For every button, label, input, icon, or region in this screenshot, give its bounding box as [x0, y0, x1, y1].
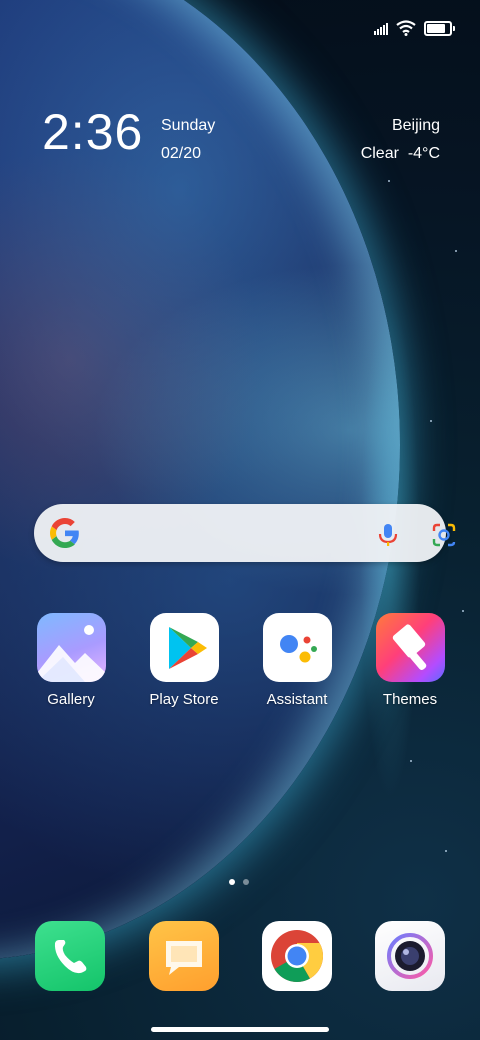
signal-icon	[374, 21, 388, 35]
app-assistant[interactable]: Assistant	[242, 613, 352, 708]
date-widget[interactable]: Sunday 02/20	[161, 112, 215, 168]
themes-icon	[375, 613, 445, 682]
wifi-icon	[396, 20, 416, 36]
day-label: Sunday	[161, 117, 216, 134]
app-label: Themes	[382, 691, 438, 708]
app-label: Gallery	[47, 691, 95, 708]
app-label: Play Store	[149, 691, 219, 708]
page-dot-active	[229, 879, 235, 885]
chrome-icon[interactable]	[262, 921, 332, 991]
weather-widget[interactable]: Beijing Clear -4°C	[361, 112, 440, 168]
page-indicator	[229, 879, 249, 885]
microphone-icon[interactable]	[374, 521, 402, 549]
messages-icon[interactable]	[149, 921, 219, 991]
weather-label: Clear -4°C	[360, 145, 440, 162]
google-lens-icon[interactable]	[430, 521, 458, 549]
google-search-bar[interactable]	[34, 504, 456, 562]
app-label: Assistant	[266, 691, 328, 708]
app-gallery[interactable]: Gallery	[16, 613, 126, 708]
battery-icon	[424, 20, 455, 36]
google-g-icon	[50, 518, 79, 548]
status-bar	[374, 16, 455, 40]
gallery-icon	[36, 613, 106, 682]
phone-icon[interactable]	[35, 921, 105, 991]
home-gesture-bar[interactable]	[151, 1027, 329, 1032]
page-dot	[243, 879, 249, 885]
assistant-icon	[262, 613, 332, 682]
city-label: Beijing	[391, 117, 440, 134]
date-label: 02/20	[161, 145, 202, 162]
app-themes[interactable]: Themes	[355, 613, 465, 708]
clock-time[interactable]: 2:36	[42, 104, 143, 160]
camera-icon[interactable]	[375, 921, 445, 991]
app-play-store[interactable]: Play Store	[129, 613, 239, 708]
play-store-icon	[149, 613, 219, 682]
